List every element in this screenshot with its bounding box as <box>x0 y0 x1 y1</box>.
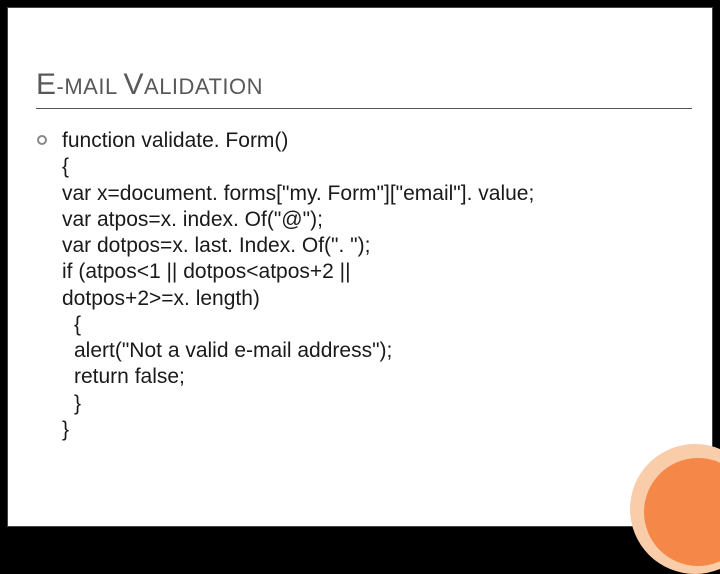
code-line: } <box>62 417 534 443</box>
code-line: { <box>62 154 534 180</box>
bullet-item: function validate. Form(){var x=document… <box>36 128 692 443</box>
code-line: } <box>62 391 534 417</box>
code-line: return false; <box>62 364 534 390</box>
slide-body: function validate. Form(){var x=document… <box>36 128 692 443</box>
code-line: dotpos+2>=x. length) <box>62 286 534 312</box>
title-block: E-MAIL VALIDATION <box>36 68 692 109</box>
title-segment: V <box>124 68 145 101</box>
code-line: if (atpos<1 || dotpos<atpos+2 || <box>62 259 534 285</box>
code-line: alert("Not a valid e-mail address"); <box>62 338 534 364</box>
title-segment: E <box>36 68 57 101</box>
slide-title: E-MAIL VALIDATION <box>36 68 692 102</box>
code-line: function validate. Form() <box>62 128 534 154</box>
code-block: function validate. Form(){var x=document… <box>62 128 534 443</box>
code-line: var atpos=x. index. Of("@"); <box>62 207 534 233</box>
code-line: var x=document. forms["my. Form"]["email… <box>62 181 534 207</box>
title-underline <box>36 108 692 109</box>
title-segment: -MAIL <box>57 74 124 99</box>
code-line: var dotpos=x. last. Index. Of(". "); <box>62 233 534 259</box>
bullet-icon <box>36 134 48 146</box>
code-line: { <box>62 312 534 338</box>
slide: E-MAIL VALIDATION function validate. For… <box>8 8 712 526</box>
title-segment: ALIDATION <box>144 74 263 99</box>
